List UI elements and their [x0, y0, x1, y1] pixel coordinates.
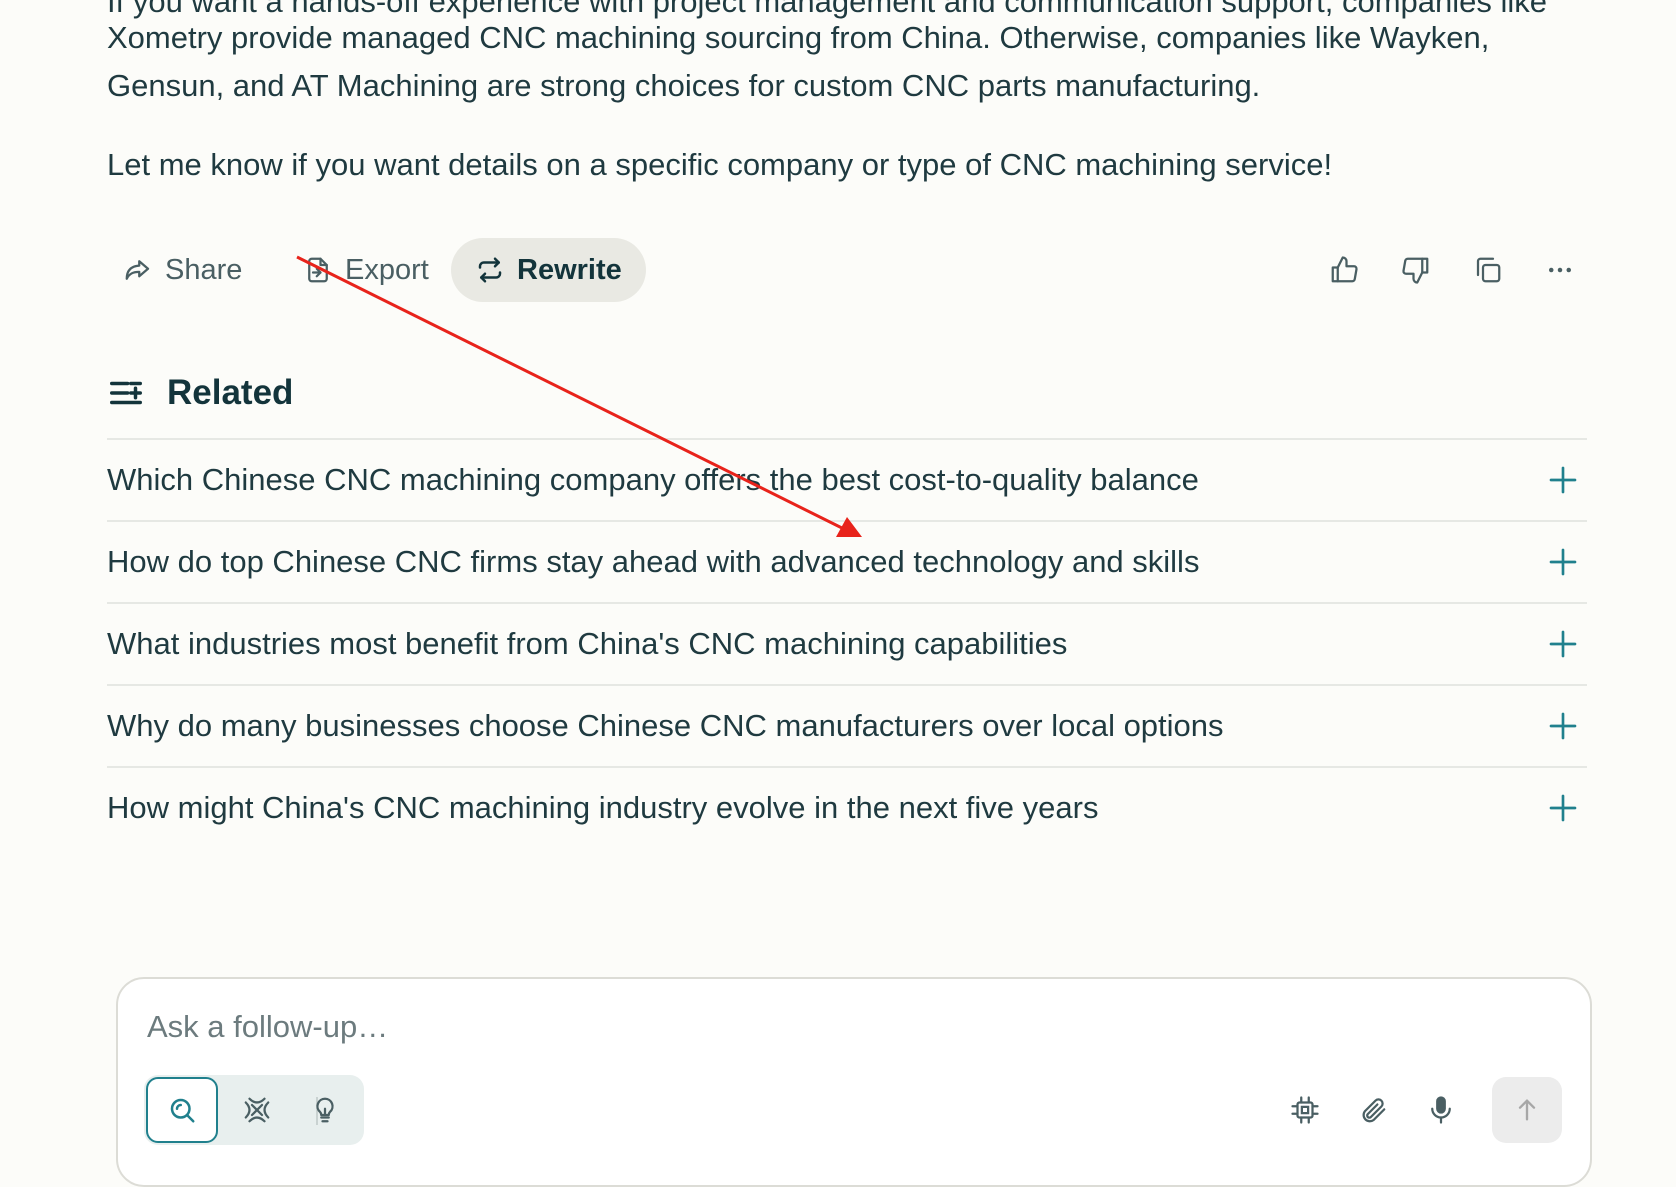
plus-icon[interactable]	[1547, 546, 1579, 578]
plus-icon[interactable]	[1547, 464, 1579, 496]
related-title: Related	[167, 373, 294, 412]
attach-button[interactable]	[1348, 1085, 1398, 1135]
related-item[interactable]: Which Chinese CNC machining company offe…	[107, 438, 1587, 520]
answer-paragraph: Xometry provide managed CNC machining so…	[107, 20, 1490, 103]
chip-icon	[1291, 1096, 1319, 1124]
answer-paragraph: Let me know if you want details on a spe…	[107, 147, 1333, 182]
paperclip-icon	[1362, 1098, 1386, 1123]
arrow-up-icon	[1518, 1099, 1536, 1121]
search-icon	[170, 1098, 195, 1123]
export-button[interactable]: Export	[279, 238, 453, 302]
copy-icon	[1476, 257, 1501, 283]
related-header: Related	[107, 368, 293, 418]
voice-input-button[interactable]	[1416, 1085, 1466, 1135]
plus-icon[interactable]	[1547, 628, 1579, 660]
related-item-label: How might China's CNC machining industry…	[107, 790, 1099, 825]
plus-icon[interactable]	[1547, 792, 1579, 824]
mode-labs-button[interactable]	[292, 1079, 358, 1141]
thumbs-down-icon	[1402, 257, 1429, 284]
answer-actions: Share Export Rewrite	[107, 238, 1587, 302]
related-list: Which Chinese CNC machining company offe…	[107, 438, 1587, 848]
related-item[interactable]: How do top Chinese CNC firms stay ahead …	[107, 520, 1587, 602]
rewrite-label: Rewrite	[517, 253, 622, 286]
mode-selector	[144, 1075, 364, 1145]
follow-up-composer	[116, 977, 1592, 1187]
mode-search-button[interactable]	[146, 1077, 218, 1143]
mode-research-button[interactable]	[224, 1079, 290, 1141]
related-item-label: What industries most benefit from China'…	[107, 626, 1068, 661]
thumbs-down-button[interactable]	[1396, 250, 1436, 290]
share-icon	[125, 260, 150, 280]
rewrite-icon	[478, 257, 502, 283]
more-options-button[interactable]	[1540, 250, 1580, 290]
submit-button[interactable]	[1492, 1077, 1562, 1143]
microphone-icon	[1431, 1096, 1451, 1124]
related-item[interactable]: Why do many businesses choose Chinese CN…	[107, 684, 1587, 766]
share-button[interactable]: Share	[99, 238, 266, 302]
related-list-icon	[110, 381, 142, 405]
research-icon	[244, 1097, 270, 1123]
related-item[interactable]: How might China's CNC machining industry…	[107, 766, 1587, 848]
related-item[interactable]: What industries most benefit from China'…	[107, 602, 1587, 684]
thumbs-up-button[interactable]	[1324, 250, 1364, 290]
export-icon	[308, 257, 328, 283]
more-icon	[1549, 267, 1571, 273]
related-item-label: How do top Chinese CNC firms stay ahead …	[107, 544, 1200, 579]
plus-icon[interactable]	[1547, 710, 1579, 742]
copy-button[interactable]	[1468, 250, 1508, 290]
model-chip-button[interactable]	[1280, 1085, 1330, 1135]
related-item-label: Which Chinese CNC machining company offe…	[107, 462, 1199, 497]
rewrite-button[interactable]: Rewrite	[451, 238, 646, 302]
follow-up-input[interactable]	[145, 1001, 1249, 1053]
lightbulb-icon	[316, 1097, 334, 1123]
export-label: Export	[345, 253, 429, 286]
thumbs-up-icon	[1331, 256, 1358, 283]
related-item-label: Why do many businesses choose Chinese CN…	[107, 708, 1224, 743]
share-label: Share	[165, 253, 243, 286]
